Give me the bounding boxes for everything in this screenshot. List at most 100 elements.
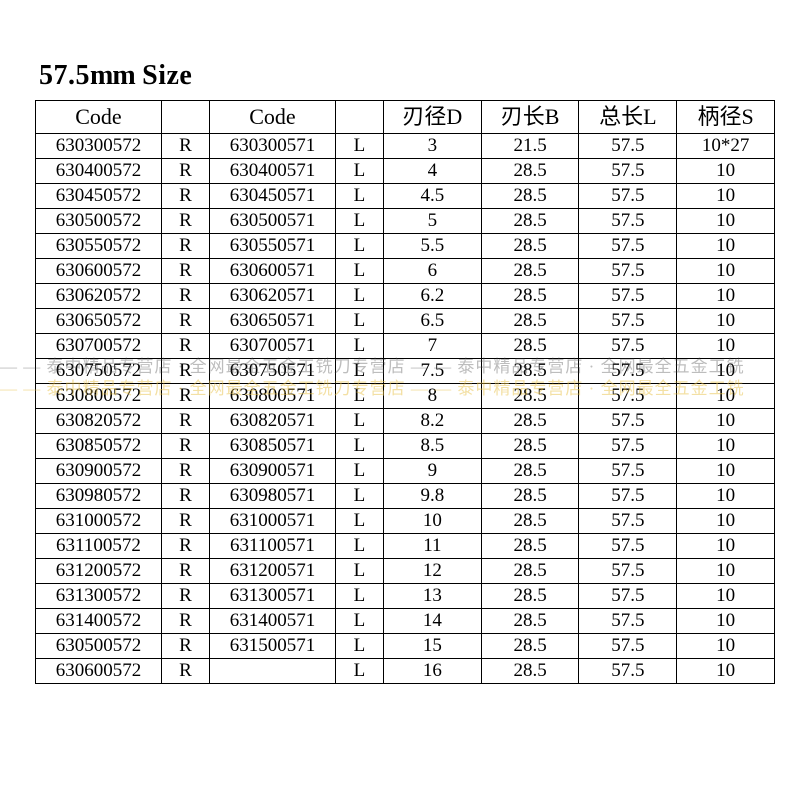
cell: R	[161, 284, 209, 309]
cell: 630600572	[36, 659, 162, 684]
cell: L	[335, 209, 383, 234]
cell: 5.5	[384, 234, 482, 259]
cell: 57.5	[579, 159, 677, 184]
cell: 4.5	[384, 184, 482, 209]
cell: 630450571	[210, 184, 336, 209]
cell: 57.5	[579, 284, 677, 309]
table-row: 630600572R630600571L628.557.510	[36, 259, 775, 284]
table-row: 631300572R631300571L1328.557.510	[36, 584, 775, 609]
cell: 6	[384, 259, 482, 284]
cell: R	[161, 584, 209, 609]
cell: 10	[677, 284, 775, 309]
cell: 7.5	[384, 359, 482, 384]
cell: 28.5	[481, 459, 579, 484]
cell: 57.5	[579, 134, 677, 159]
cell: 630820572	[36, 409, 162, 434]
cell: 28.5	[481, 334, 579, 359]
cell: 630300572	[36, 134, 162, 159]
cell: L	[335, 484, 383, 509]
col-header-7: 柄径S	[677, 101, 775, 134]
table-row: 630550572R630550571L5.528.557.510	[36, 234, 775, 259]
cell: 630600572	[36, 259, 162, 284]
cell: 631300572	[36, 584, 162, 609]
table-row: 630850572R630850571L8.528.557.510	[36, 434, 775, 459]
cell: 630650572	[36, 309, 162, 334]
cell: 630900571	[210, 459, 336, 484]
cell: L	[335, 409, 383, 434]
cell: 630700572	[36, 334, 162, 359]
table-row: 630500572R631500571L1528.557.510	[36, 634, 775, 659]
table-row: 631100572R631100571L1128.557.510	[36, 534, 775, 559]
table-row: 630500572R630500571L528.557.510	[36, 209, 775, 234]
cell: 9.8	[384, 484, 482, 509]
col-header-0: Code	[36, 101, 162, 134]
cell: 28.5	[481, 509, 579, 534]
title-word: Size	[142, 60, 192, 91]
cell: L	[335, 609, 383, 634]
cell: 28.5	[481, 559, 579, 584]
table-row: 630980572R630980571L9.828.557.510	[36, 484, 775, 509]
cell: 57.5	[579, 609, 677, 634]
cell: R	[161, 509, 209, 534]
cell: 28.5	[481, 434, 579, 459]
cell: 630550571	[210, 234, 336, 259]
cell: L	[335, 134, 383, 159]
cell: 16	[384, 659, 482, 684]
table-row: 630450572R630450571L4.528.557.510	[36, 184, 775, 209]
cell: 10	[677, 584, 775, 609]
cell: R	[161, 184, 209, 209]
cell: 57.5	[579, 534, 677, 559]
cell: 57.5	[579, 634, 677, 659]
table-row: 630700572R630700571L728.557.510	[36, 334, 775, 359]
cell: 631100572	[36, 534, 162, 559]
cell: R	[161, 634, 209, 659]
cell: 630450572	[36, 184, 162, 209]
cell: R	[161, 434, 209, 459]
cell: L	[335, 434, 383, 459]
cell: L	[335, 334, 383, 359]
cell: L	[335, 534, 383, 559]
cell: 28.5	[481, 309, 579, 334]
cell: 630400571	[210, 159, 336, 184]
cell: 631000572	[36, 509, 162, 534]
cell: R	[161, 309, 209, 334]
cell: 10	[677, 534, 775, 559]
cell: 57.5	[579, 659, 677, 684]
cell: 8	[384, 384, 482, 409]
cell: R	[161, 134, 209, 159]
cell: L	[335, 234, 383, 259]
cell: 10	[677, 559, 775, 584]
cell: 10	[677, 334, 775, 359]
table-row: 630620572R630620571L6.228.557.510	[36, 284, 775, 309]
cell: 630980571	[210, 484, 336, 509]
cell: 57.5	[579, 334, 677, 359]
cell: L	[335, 384, 383, 409]
cell: 10	[677, 259, 775, 284]
cell: 10	[677, 309, 775, 334]
cell: 3	[384, 134, 482, 159]
cell: 630620571	[210, 284, 336, 309]
cell: 630820571	[210, 409, 336, 434]
cell: R	[161, 484, 209, 509]
cell: 631200571	[210, 559, 336, 584]
cell: 630620572	[36, 284, 162, 309]
cell: R	[161, 159, 209, 184]
cell: 57.5	[579, 584, 677, 609]
cell: 57.5	[579, 384, 677, 409]
cell: L	[335, 309, 383, 334]
table-row: 631400572R631400571L1428.557.510	[36, 609, 775, 634]
cell: 10	[677, 634, 775, 659]
table-row: 630400572R630400571L428.557.510	[36, 159, 775, 184]
cell	[210, 659, 336, 684]
cell: 28.5	[481, 359, 579, 384]
cell: 57.5	[579, 484, 677, 509]
cell: 28.5	[481, 484, 579, 509]
cell: 6.5	[384, 309, 482, 334]
cell: 630500572	[36, 634, 162, 659]
cell: 631000571	[210, 509, 336, 534]
cell: 57.5	[579, 359, 677, 384]
cell: R	[161, 359, 209, 384]
cell: R	[161, 334, 209, 359]
spec-table: CodeCode刃径D刃长B总长L柄径S 630300572R630300571…	[35, 100, 775, 684]
cell: 10	[677, 484, 775, 509]
